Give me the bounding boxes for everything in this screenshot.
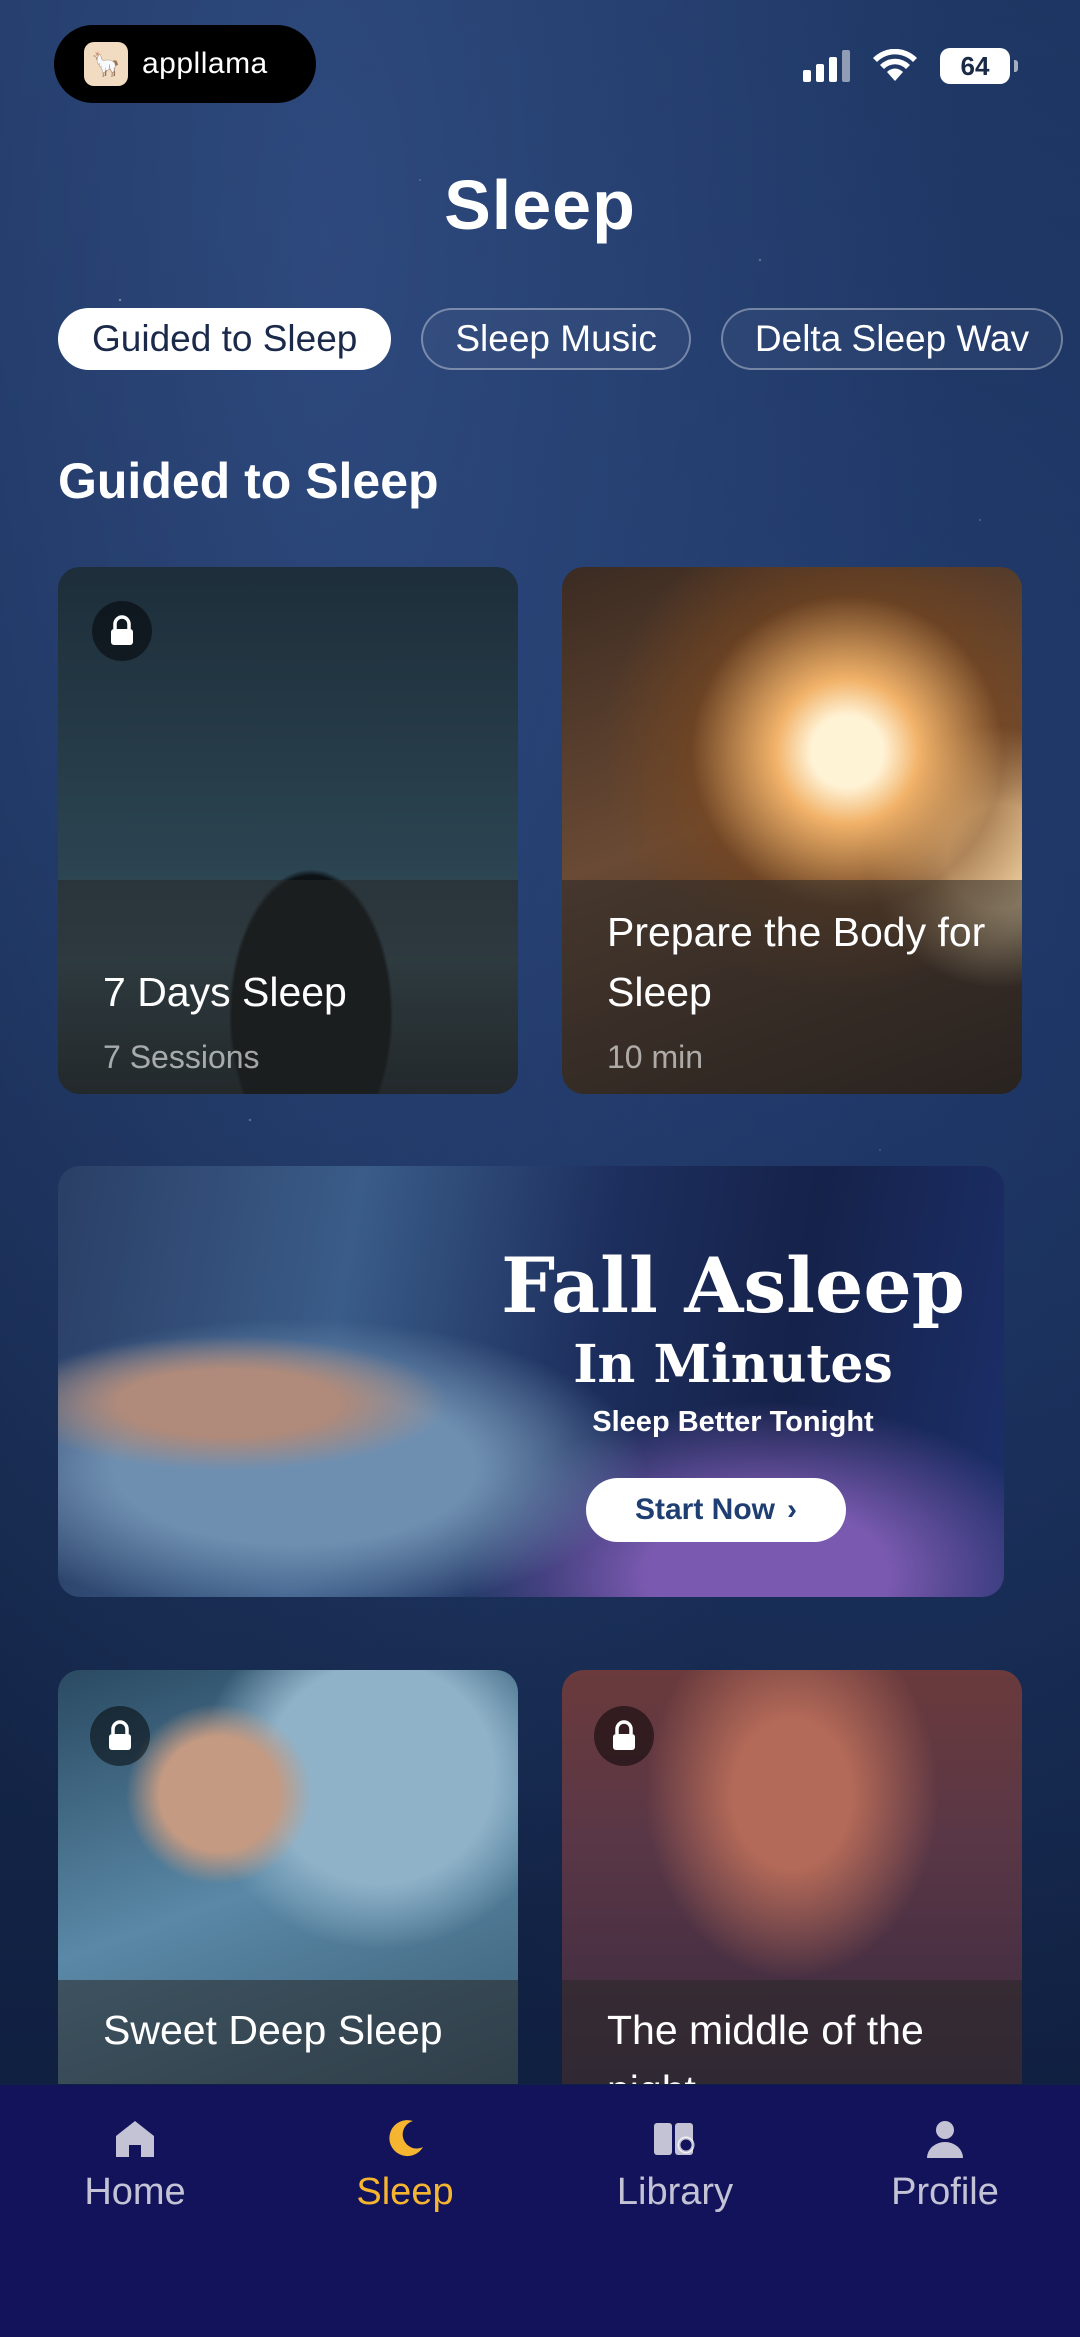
fall-asleep-banner[interactable]: Fall Asleep In Minutes Sleep Better Toni… bbox=[58, 1166, 1004, 1597]
start-now-label: Start Now bbox=[634, 1493, 775, 1526]
card-subtitle: 10 min bbox=[607, 1039, 704, 1075]
card-7-days-sleep[interactable]: 7 Days Sleep 7 Sessions bbox=[58, 567, 518, 1094]
nav-library-label: Library bbox=[616, 2171, 734, 2213]
nav-profile[interactable]: Profile bbox=[845, 2111, 1045, 2214]
banner-tagline: Sleep Better Tonight bbox=[592, 1406, 874, 1438]
lock-icon bbox=[90, 1706, 150, 1766]
card-sweet-deep-sleep[interactable]: Sweet Deep Sleep bbox=[58, 1670, 518, 2084]
card-title: Sweet Deep Sleep bbox=[103, 2007, 443, 2053]
nav-sleep-label: Sleep bbox=[356, 2171, 454, 2213]
card-the-middle-of-the-night[interactable]: The middle of the night bbox=[562, 1670, 1022, 2084]
lock-icon bbox=[92, 601, 152, 661]
lock-icon bbox=[594, 1706, 654, 1766]
bottom-navigation: Home Sleep Library Profile bbox=[0, 2085, 1080, 2337]
tab-guided-to-sleep[interactable]: Guided to Sleep bbox=[58, 308, 392, 370]
tab-delta-sleep-waves[interactable]: Delta Sleep Wav bbox=[720, 308, 1064, 370]
card-title: The middle of the night bbox=[607, 2007, 924, 2084]
status-bar: 🦙 appllama 64 bbox=[0, 0, 1080, 110]
category-tabs: Guided to Sleep Sleep Music Delta Sleep … bbox=[58, 308, 1064, 370]
app-indicator-pill[interactable]: 🦙 appllama bbox=[54, 25, 316, 103]
nav-sleep[interactable]: Sleep bbox=[305, 2111, 505, 2214]
nav-home-label: Home bbox=[84, 2171, 186, 2213]
card-subtitle: 7 Sessions bbox=[103, 1039, 260, 1075]
card-title: Prepare the Body for Sleep bbox=[607, 909, 986, 1015]
nav-home[interactable]: Home bbox=[35, 2111, 235, 2214]
nav-profile-label: Profile bbox=[891, 2171, 999, 2213]
cellular-signal-icon bbox=[803, 50, 850, 82]
home-icon bbox=[35, 2111, 235, 2167]
app-logo-icon: 🦙 bbox=[84, 42, 128, 86]
tab-sleep-music[interactable]: Sleep Music bbox=[421, 308, 691, 370]
profile-icon bbox=[845, 2111, 1045, 2167]
section-title: Guided to Sleep bbox=[58, 453, 439, 509]
banner-subheadline: In Minutes bbox=[573, 1334, 893, 1395]
battery-level: 64 bbox=[960, 50, 990, 81]
card-title: 7 Days Sleep bbox=[103, 969, 347, 1015]
app-name: appllama bbox=[142, 47, 268, 80]
library-icon bbox=[575, 2111, 775, 2167]
chevron-right-icon: › bbox=[787, 1493, 797, 1526]
moon-icon bbox=[305, 2111, 505, 2167]
start-now-button[interactable]: Start Now › bbox=[586, 1478, 846, 1542]
card-prepare-the-body-for-sleep[interactable]: Prepare the Body for Sleep 10 min bbox=[562, 567, 1022, 1094]
wifi-icon bbox=[873, 49, 917, 81]
nav-library[interactable]: Library bbox=[575, 2111, 775, 2214]
status-icons: 64 bbox=[803, 48, 1018, 84]
banner-headline: Fall Asleep bbox=[501, 1241, 965, 1330]
battery-indicator: 64 bbox=[940, 48, 1018, 84]
page-title: Sleep bbox=[444, 166, 636, 244]
